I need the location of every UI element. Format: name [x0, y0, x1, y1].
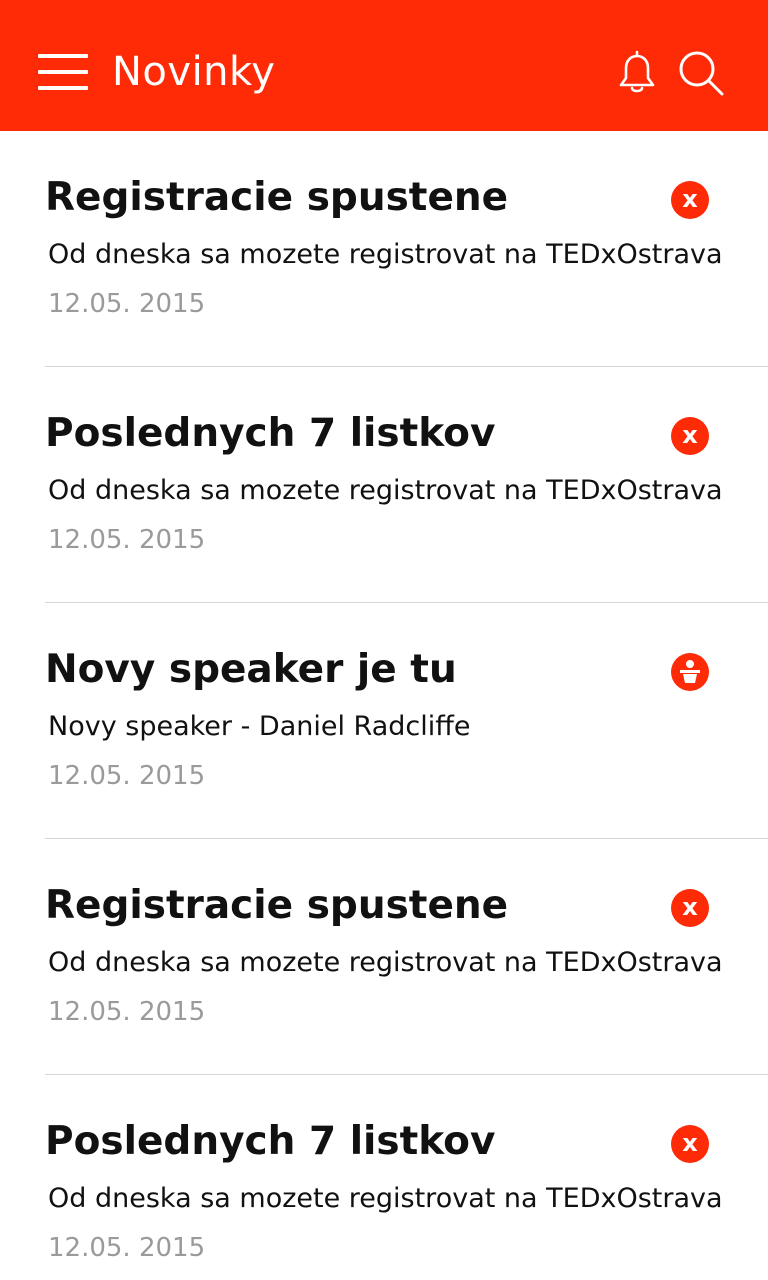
search-icon[interactable] [676, 48, 726, 98]
news-title: Registracie spustene [45, 175, 509, 220]
news-item[interactable]: Novy speaker je tu Novy speaker - Daniel… [45, 603, 768, 839]
news-item[interactable]: Registracie spustene Od dneska sa mozete… [45, 839, 768, 1075]
menu-line [38, 86, 88, 90]
news-date: 12.05. 2015 [48, 997, 206, 1027]
menu-icon[interactable] [38, 52, 90, 92]
news-item[interactable]: Registracie spustene Od dneska sa mozete… [45, 131, 768, 367]
news-date: 12.05. 2015 [48, 1233, 206, 1263]
close-icon[interactable]: x [671, 889, 709, 927]
news-description: Od dneska sa mozete registrovat na TEDxO… [48, 947, 723, 978]
page-title: Novinky [112, 49, 276, 95]
news-item[interactable]: Poslednych 7 listkov Od dneska sa mozete… [45, 367, 768, 603]
news-description: Novy speaker - Daniel Radcliffe [48, 711, 471, 742]
news-date: 12.05. 2015 [48, 761, 206, 791]
news-description: Od dneska sa mozete registrovat na TEDxO… [48, 239, 723, 270]
news-date: 12.05. 2015 [48, 289, 206, 319]
news-list: Registracie spustene Od dneska sa mozete… [0, 131, 768, 1280]
news-title: Registracie spustene [45, 883, 509, 928]
close-icon[interactable]: x [671, 1125, 709, 1163]
app-bar: Novinky [0, 0, 768, 131]
news-description: Od dneska sa mozete registrovat na TEDxO… [48, 475, 723, 506]
news-title: Novy speaker je tu [45, 647, 457, 692]
news-title: Poslednych 7 listkov [45, 1119, 496, 1164]
bell-icon[interactable] [614, 48, 660, 96]
close-icon[interactable]: x [671, 417, 709, 455]
speaker-icon[interactable] [671, 653, 709, 691]
close-icon[interactable]: x [671, 181, 709, 219]
news-title: Poslednych 7 listkov [45, 411, 496, 456]
menu-line [38, 70, 88, 74]
news-date: 12.05. 2015 [48, 525, 206, 555]
menu-line [38, 54, 88, 58]
news-description: Od dneska sa mozete registrovat na TEDxO… [48, 1183, 723, 1214]
news-item[interactable]: Poslednych 7 listkov Od dneska sa mozete… [45, 1075, 768, 1280]
